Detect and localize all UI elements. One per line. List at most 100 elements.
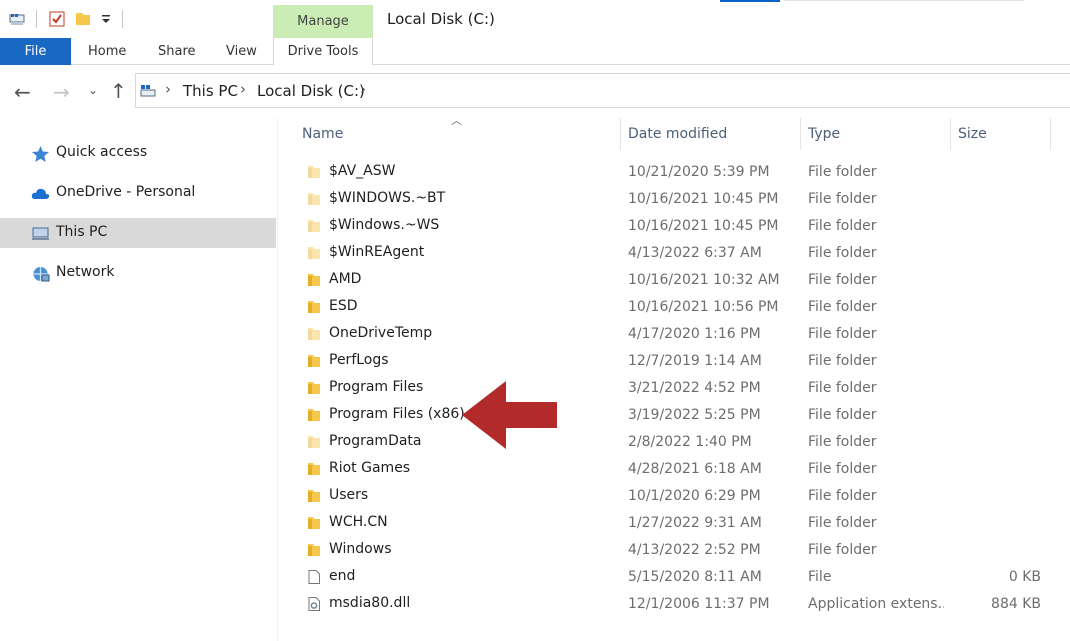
window-title: Local Disk (C:) xyxy=(387,10,495,28)
file-type: File folder xyxy=(808,299,877,315)
folder-icon xyxy=(308,544,320,556)
column-header-size[interactable]: Size xyxy=(958,126,987,142)
file-name: Users xyxy=(329,487,369,503)
file-name: ESD xyxy=(329,298,358,314)
file-name: Program Files xyxy=(329,379,424,395)
file-type: File folder xyxy=(808,164,877,180)
tab-file[interactable]: File xyxy=(0,38,71,65)
file-name: PerfLogs xyxy=(329,352,389,368)
file-icon xyxy=(308,570,320,584)
tab-home[interactable]: Home xyxy=(88,44,126,59)
sort-ascending-icon: ︿ xyxy=(451,114,462,127)
properties-icon[interactable] xyxy=(48,10,66,28)
chevron-right-icon: › xyxy=(165,80,171,98)
drive-tools-label[interactable]: Drive Tools xyxy=(273,44,373,59)
column-separator[interactable] xyxy=(950,118,951,150)
file-type: File folder xyxy=(808,515,877,531)
column-header-type[interactable]: Type xyxy=(808,126,840,142)
back-icon[interactable]: ← xyxy=(14,80,31,104)
up-icon[interactable]: ↑ xyxy=(110,79,127,103)
column-separator[interactable] xyxy=(800,118,801,150)
file-row[interactable]: Program Files (x86) 3/19/2022 5:25 PM File… xyxy=(300,402,1050,429)
sidebar-item-quick-access[interactable]: Quick access xyxy=(0,138,276,168)
file-row[interactable]: PerfLogs 12/7/2019 1:14 AM File folder xyxy=(300,348,1050,375)
file-row[interactable]: msdia80.dll 12/1/2006 11:37 PM Application… xyxy=(300,591,1050,618)
manage-label: Manage xyxy=(297,14,349,29)
file-date: 1/27/2022 9:31 AM xyxy=(628,515,762,531)
network-icon xyxy=(33,267,50,282)
sidebar-item-label: This PC xyxy=(56,224,108,240)
title-accent-line xyxy=(720,0,780,2)
file-row[interactable]: Windows 4/13/2022 2:52 PM File folder xyxy=(300,537,1050,564)
this-pc-icon xyxy=(140,85,156,97)
file-row[interactable]: Riot Games 4/28/2021 6:18 AM File folder xyxy=(300,456,1050,483)
folder-icon xyxy=(308,274,320,286)
file-date: 2/8/2022 1:40 PM xyxy=(628,434,752,450)
file-date: 10/16/2021 10:32 AM xyxy=(628,272,780,288)
file-date: 10/21/2020 5:39 PM xyxy=(628,164,770,180)
file-name: AMD xyxy=(329,271,362,287)
red-arrow-icon xyxy=(462,381,557,449)
star-icon xyxy=(32,146,49,162)
file-row[interactable]: AMD 10/16/2021 10:32 AM File folder xyxy=(300,267,1050,294)
column-separator[interactable] xyxy=(1050,118,1051,150)
file-date: 12/1/2006 11:37 PM xyxy=(628,596,770,612)
folder-icon xyxy=(308,247,320,259)
file-name: msdia80.dll xyxy=(329,595,411,611)
file-type: File folder xyxy=(808,461,877,477)
folder-icon xyxy=(308,382,320,394)
ribbon-divider xyxy=(0,64,1070,65)
file-type: File folder xyxy=(808,245,877,261)
drive-icon[interactable] xyxy=(8,10,26,28)
file-row[interactable]: $WINDOWS.~BT 10/16/2021 10:45 PM File fold… xyxy=(300,186,1050,213)
file-name: Program Files (x86) xyxy=(329,406,465,422)
file-row[interactable]: ProgramData 2/8/2022 1:40 PM File folder xyxy=(300,429,1050,456)
file-type: File folder xyxy=(808,488,877,504)
file-type: File folder xyxy=(808,407,877,423)
file-name: Riot Games xyxy=(329,460,411,476)
file-row[interactable]: $AV_ASW 10/21/2020 5:39 PM File folder xyxy=(300,159,1050,186)
forward-icon[interactable]: → xyxy=(53,80,70,104)
file-name: $Windows.~WS xyxy=(329,217,440,233)
sidebar-item-this-pc[interactable]: This PC xyxy=(0,218,276,248)
customize-toolbar-icon[interactable] xyxy=(97,10,115,28)
sidebar-item-network[interactable]: Network xyxy=(0,258,276,288)
file-name: $WINDOWS.~BT xyxy=(329,190,446,206)
pane-divider xyxy=(277,118,278,641)
folder-icon xyxy=(308,355,320,367)
tab-view[interactable]: View xyxy=(226,44,257,59)
sidebar-item-onedrive-personal[interactable]: OneDrive - Personal xyxy=(0,178,276,208)
file-row[interactable]: OneDriveTemp 4/17/2020 1:16 PM File folder xyxy=(300,321,1050,348)
file-row[interactable]: end 5/15/2020 8:11 AM File 0 KB xyxy=(300,564,1050,591)
file-row[interactable]: $WinREAgent 4/13/2022 6:37 AM File folder xyxy=(300,240,1050,267)
chevron-right-icon[interactable]: › xyxy=(240,80,246,98)
file-row[interactable]: $Windows.~WS 10/16/2021 10:45 PM File fold… xyxy=(300,213,1050,240)
new-folder-icon[interactable] xyxy=(74,10,92,28)
dll-icon xyxy=(308,597,320,611)
folder-icon xyxy=(308,301,320,313)
file-row[interactable]: ESD 10/16/2021 10:56 PM File folder xyxy=(300,294,1050,321)
sidebar-item-label: OneDrive - Personal xyxy=(56,184,196,200)
file-date: 10/1/2020 6:29 PM xyxy=(628,488,761,504)
breadcrumb-this-pc[interactable]: This PC xyxy=(183,82,238,100)
file-type: File folder xyxy=(808,353,877,369)
file-row[interactable]: WCH.CN 1/27/2022 9:31 AM File folder xyxy=(300,510,1050,537)
file-row[interactable]: Program Files 3/21/2022 4:52 PM File folde… xyxy=(300,375,1050,402)
computer-icon xyxy=(32,227,49,240)
file-date: 4/13/2022 2:52 PM xyxy=(628,542,761,558)
quick-access-toolbar xyxy=(0,0,272,38)
folder-icon xyxy=(308,166,320,178)
recent-locations-icon[interactable]: ⌄ xyxy=(88,83,98,97)
chevron-right-icon[interactable]: › xyxy=(360,80,366,98)
breadcrumb-local-disk[interactable]: Local Disk (C:) xyxy=(257,82,365,100)
column-header-date[interactable]: Date modified xyxy=(628,126,727,142)
file-size: 884 KB xyxy=(991,596,1041,612)
folder-icon xyxy=(308,463,320,475)
file-row[interactable]: Users 10/1/2020 6:29 PM File folder xyxy=(300,483,1050,510)
tab-share[interactable]: Share xyxy=(158,44,196,59)
column-header-name[interactable]: Name xyxy=(302,126,343,142)
column-separator[interactable] xyxy=(620,118,621,150)
title-divider xyxy=(784,0,1024,1)
file-name: ProgramData xyxy=(329,433,422,449)
file-type: File folder xyxy=(808,191,877,207)
